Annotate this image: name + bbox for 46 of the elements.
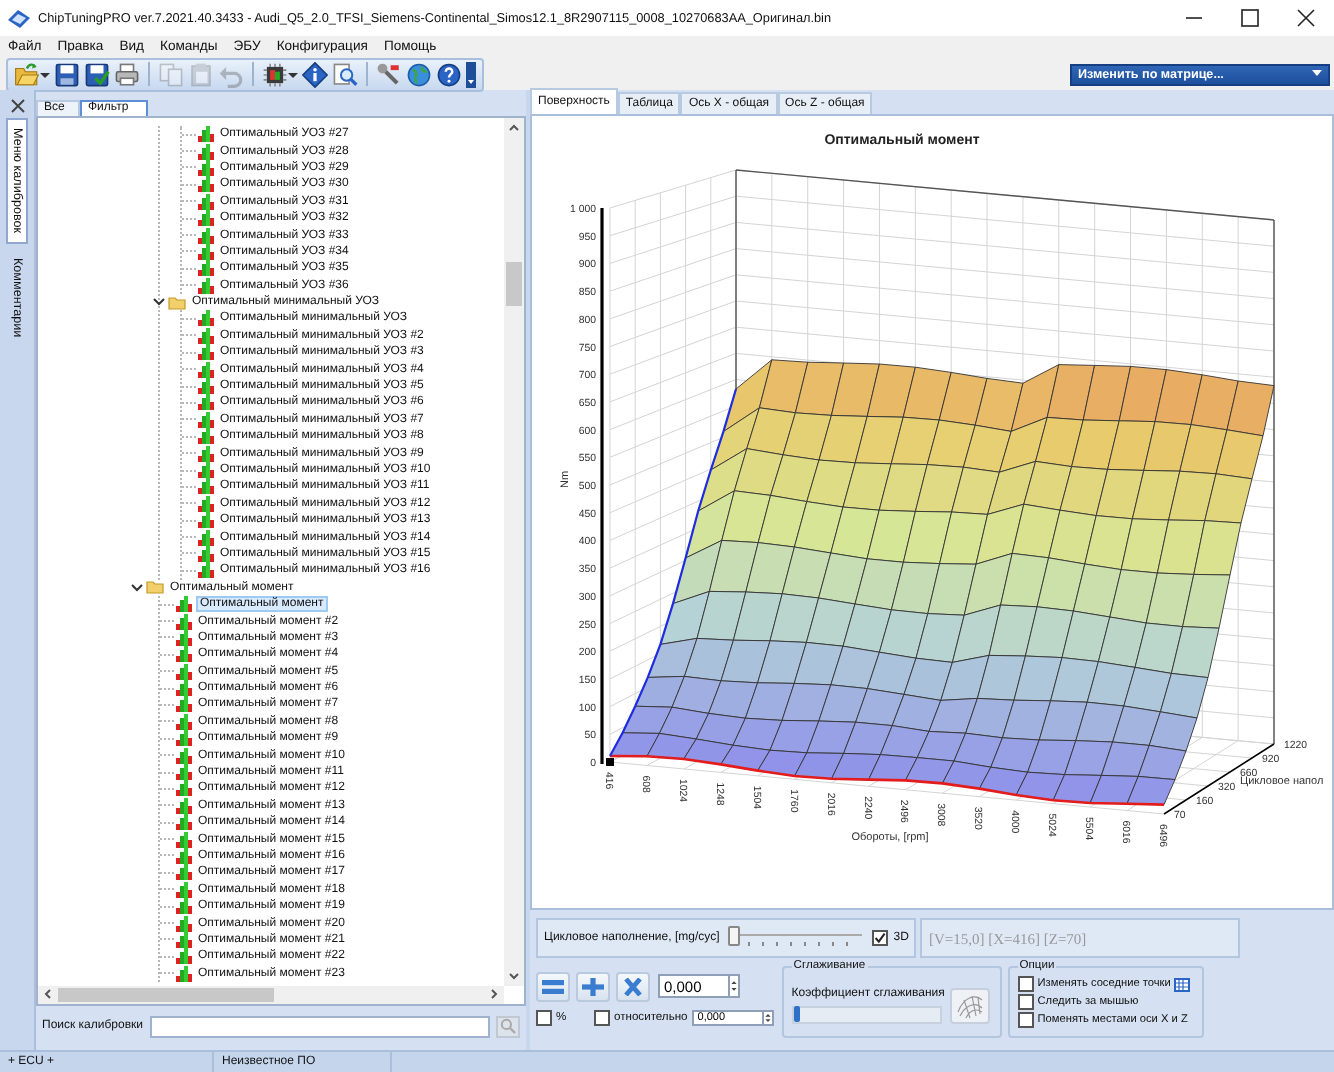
- spin-arrows-icon[interactable]: [728, 974, 740, 998]
- folder-icon: [168, 295, 186, 310]
- wrench-icon[interactable]: [376, 61, 402, 87]
- scroll-right-icon[interactable]: [488, 988, 500, 1000]
- cross-icon: [622, 977, 644, 995]
- scroll-up-icon[interactable]: [508, 122, 520, 134]
- slider-thumb[interactable]: [727, 926, 740, 946]
- scroll-thumb[interactable]: [58, 988, 274, 1002]
- chevron-icon[interactable]: [130, 581, 144, 594]
- floppy-check-icon[interactable]: [84, 61, 110, 87]
- add-button[interactable]: [576, 971, 610, 1001]
- set-button[interactable]: [536, 971, 570, 1001]
- checkbox[interactable]: [1017, 976, 1034, 992]
- help-icon[interactable]: [436, 61, 462, 87]
- chevron-icon[interactable]: [152, 296, 166, 309]
- checkbox[interactable]: [871, 930, 888, 946]
- caret-icon[interactable]: [1312, 70, 1322, 78]
- pin-icon[interactable]: [9, 98, 25, 114]
- globe-icon[interactable]: [406, 61, 432, 87]
- app-logo-icon: [8, 9, 30, 27]
- caret-icon[interactable]: [40, 69, 50, 79]
- checkbox[interactable]: [536, 1010, 552, 1026]
- folder-icon: [146, 580, 164, 595]
- caret-icon[interactable]: [288, 69, 298, 79]
- printer-icon[interactable]: [114, 61, 140, 87]
- checkbox[interactable]: [1017, 994, 1034, 1010]
- plus-icon: [582, 977, 604, 995]
- multiply-button[interactable]: [616, 971, 650, 1001]
- scroll-left-icon[interactable]: [42, 988, 54, 1000]
- overflow-icon[interactable]: [466, 61, 476, 87]
- search-field[interactable]: [149, 1015, 490, 1037]
- horizontal-scrollbar[interactable]: [38, 986, 504, 1004]
- magnifier-icon[interactable]: [332, 61, 358, 87]
- equals-icon: [542, 977, 564, 995]
- vertical-scrollbar[interactable]: [504, 118, 524, 986]
- mesh-icon: [954, 992, 987, 1020]
- slider-thumb[interactable]: [793, 1006, 800, 1022]
- scroll-down-icon[interactable]: [508, 970, 520, 982]
- info-icon[interactable]: [302, 61, 328, 87]
- slice-slider[interactable]: [725, 926, 866, 950]
- checkbox[interactable]: [594, 1010, 610, 1026]
- checkbox[interactable]: [1017, 1012, 1034, 1028]
- grid-icon[interactable]: [1174, 977, 1191, 991]
- smoothing-slider[interactable]: [791, 1006, 942, 1024]
- scroll-thumb[interactable]: [506, 262, 522, 306]
- chip-icon[interactable]: [262, 61, 288, 87]
